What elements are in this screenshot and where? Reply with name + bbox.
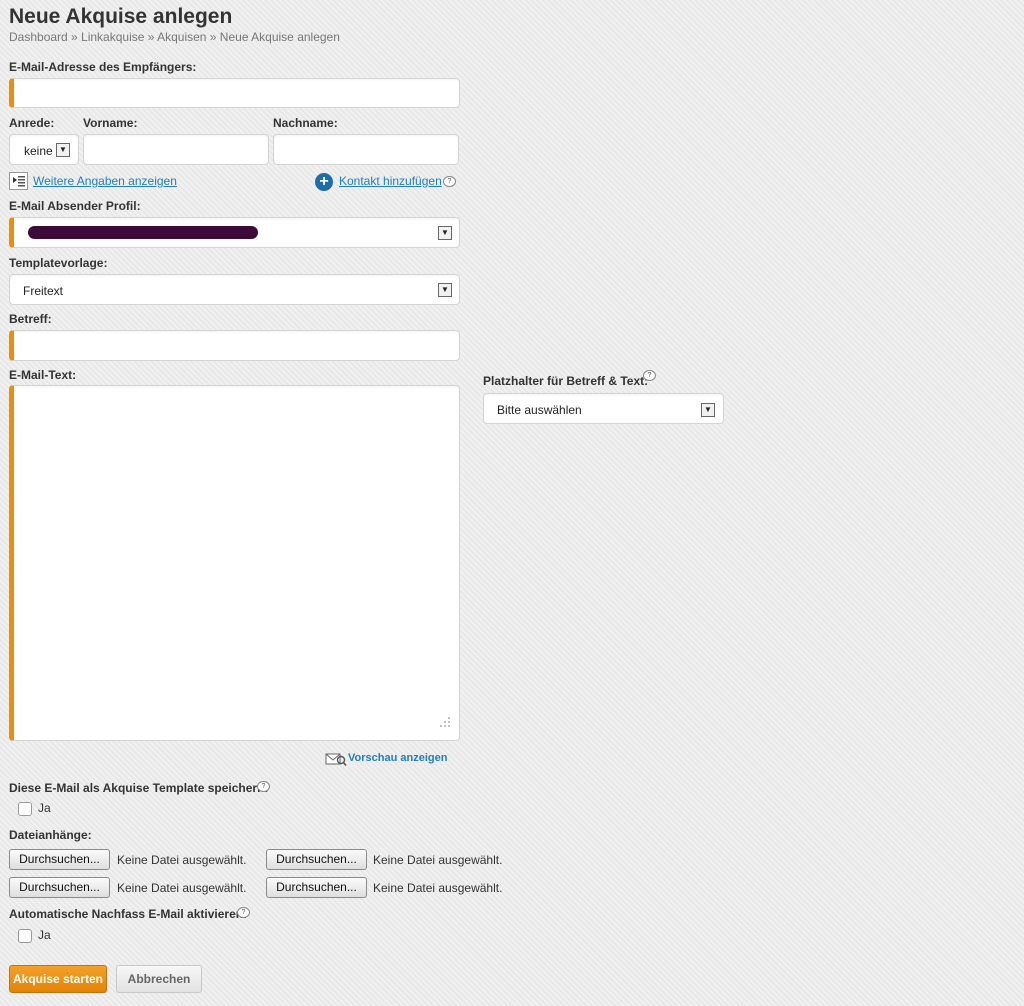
envelope-magnifier-icon[interactable]	[325, 752, 347, 767]
help-icon[interactable]: ?	[257, 781, 270, 792]
anrede-label: Anrede:	[9, 116, 55, 130]
chevron-down-icon: ▼	[56, 143, 70, 157]
followup-option: Ja	[38, 928, 51, 942]
help-icon[interactable]: ?	[237, 907, 250, 918]
save-template-option: Ja	[38, 801, 51, 815]
followup-checkbox[interactable]	[18, 929, 32, 943]
template-value: Freitext	[23, 284, 64, 298]
add-contact-link[interactable]: Kontakt hinzufügen	[339, 174, 442, 188]
subject-input[interactable]	[9, 330, 460, 361]
save-template-label: Diese E-Mail als Akquise Template speich…	[9, 781, 269, 795]
preview-link[interactable]: Vorschau anzeigen	[348, 752, 447, 764]
email-input[interactable]	[9, 78, 460, 108]
more-details-link[interactable]: Weitere Angaben anzeigen	[33, 174, 177, 188]
help-icon[interactable]: ?	[443, 176, 456, 187]
redacted-sender	[28, 226, 258, 239]
placeholder-value: Bitte auswählen	[497, 403, 582, 417]
file-status: Keine Datei ausgewählt.	[373, 881, 503, 895]
file-status: Keine Datei ausgewählt.	[373, 853, 503, 867]
plus-circle-icon[interactable]: +	[315, 173, 333, 191]
template-label: Templatevorlage:	[9, 256, 108, 270]
chevron-down-icon: ▼	[438, 226, 452, 240]
browse-button[interactable]: Durchsuchen...	[9, 877, 110, 898]
browse-button[interactable]: Durchsuchen...	[266, 877, 367, 898]
chevron-down-icon: ▼	[438, 283, 452, 297]
followup-label: Automatische Nachfass E-Mail aktivieren:	[9, 907, 248, 921]
anrede-select[interactable]: keine ▼	[9, 134, 79, 165]
nachname-label: Nachname:	[273, 116, 338, 130]
list-icon[interactable]	[9, 172, 28, 190]
file-status: Keine Datei ausgewählt.	[117, 881, 247, 895]
anrede-value: keine	[24, 144, 53, 158]
chevron-down-icon: ▼	[701, 403, 715, 417]
save-template-checkbox[interactable]	[18, 802, 32, 816]
placeholder-label: Platzhalter für Betreff & Text:	[483, 374, 649, 388]
help-icon[interactable]: ?	[643, 370, 656, 381]
placeholder-select[interactable]: Bitte auswählen ▼	[483, 393, 724, 424]
breadcrumb: Dashboard » Linkakquise » Akquisen » Neu…	[9, 30, 340, 44]
start-acquisition-button[interactable]: Akquise starten	[9, 965, 107, 993]
subject-label: Betreff:	[9, 312, 52, 326]
email-label: E-Mail-Adresse des Empfängers:	[9, 60, 197, 74]
email-body-textarea[interactable]	[9, 385, 460, 741]
browse-button[interactable]: Durchsuchen...	[9, 849, 110, 870]
vorname-input[interactable]	[83, 134, 269, 165]
attachments-label: Dateianhänge:	[9, 828, 92, 842]
browse-button[interactable]: Durchsuchen...	[266, 849, 367, 870]
nachname-input[interactable]	[273, 134, 459, 165]
template-select[interactable]: Freitext ▼	[9, 274, 460, 305]
cancel-button[interactable]: Abbrechen	[116, 965, 202, 993]
sender-profile-select[interactable]: ▼	[9, 217, 460, 248]
body-label: E-Mail-Text:	[9, 368, 77, 382]
page-title: Neue Akquise anlegen	[9, 5, 233, 28]
resize-handle-icon[interactable]	[439, 716, 451, 728]
vorname-label: Vorname:	[83, 116, 138, 130]
file-status: Keine Datei ausgewählt.	[117, 853, 247, 867]
sender-profile-label: E-Mail Absender Profil:	[9, 199, 141, 213]
